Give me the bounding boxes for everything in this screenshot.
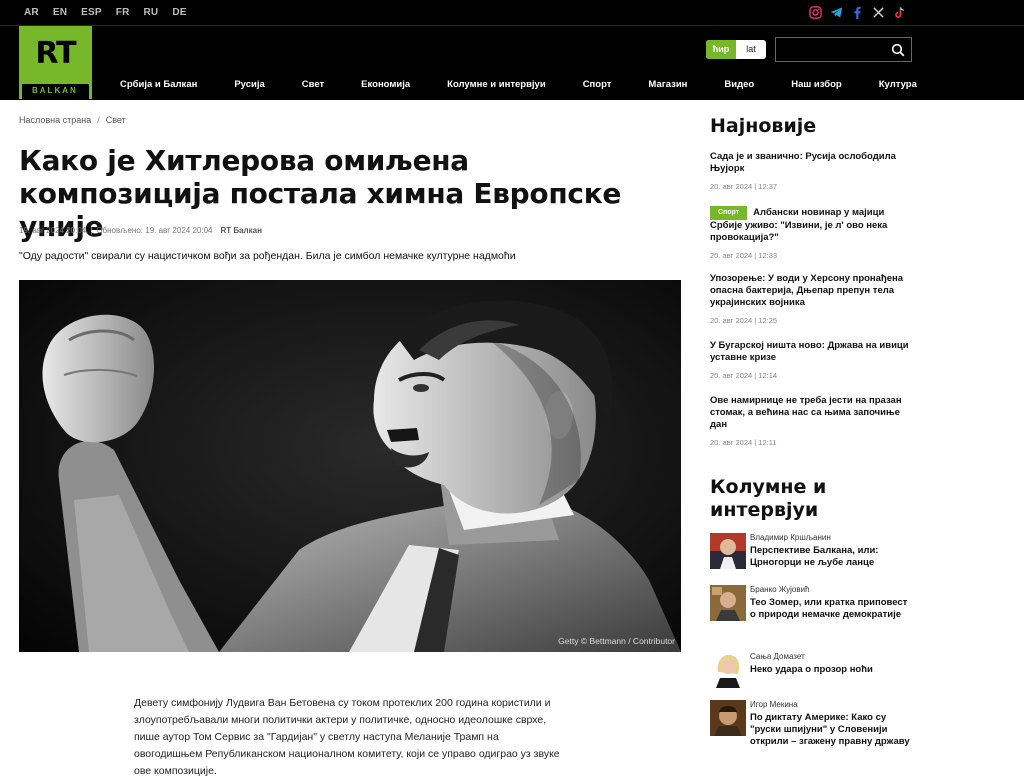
lang-en[interactable]: EN: [53, 7, 67, 18]
column-author[interactable]: Игор Мекина: [750, 700, 798, 709]
latest-item-title[interactable]: Упозорење: У води у Херсону пронађена оп…: [710, 273, 910, 309]
latest-item-date: 20. авг 2024 | 12:11: [710, 438, 777, 447]
nav-item-culture[interactable]: Култура: [879, 79, 917, 90]
logo-strip: BALKAN: [19, 84, 92, 99]
x-icon[interactable]: [872, 6, 885, 19]
nav-item-serbia-balkans[interactable]: Србија и Балкан: [120, 79, 197, 90]
nav-item-our-choice[interactable]: Наш избор: [791, 79, 842, 90]
nav-item-world[interactable]: Свет: [302, 79, 324, 90]
author-avatar[interactable]: [710, 700, 746, 736]
language-bar: AR EN ESP FR RU DE: [0, 0, 1024, 26]
column-author[interactable]: Владимир Кршљанин: [750, 533, 831, 542]
language-list: AR EN ESP FR RU DE: [24, 7, 187, 18]
column-item[interactable]: Владимир Кршљанин Перспективе Балкана, и…: [710, 533, 910, 573]
search-input[interactable]: [775, 37, 912, 62]
nav-item-sport[interactable]: Спорт: [583, 79, 612, 90]
column-item[interactable]: Сања Домазет Неко удара о прозор ноћи: [710, 652, 910, 692]
article-lede: "Оду радости" свирали су нацистичком вођ…: [19, 250, 516, 262]
latest-item[interactable]: Ове намирнице не треба јести на празан с…: [710, 395, 910, 447]
image-caption: Getty © Bettmann / Contributor: [558, 636, 675, 646]
hero-photo: [19, 280, 681, 652]
columns-heading: Колумне и интервјуи: [710, 476, 827, 521]
main-nav: Србија и Балкан Русија Свет Економија Ко…: [120, 79, 917, 90]
column-item[interactable]: Бранко Жујовић Тео Зомер, или кратка при…: [710, 585, 910, 637]
script-cyrillic[interactable]: ћир: [706, 40, 736, 59]
article-source[interactable]: RT Балкан: [220, 226, 261, 235]
rt-logo[interactable]: RT BALKAN: [19, 26, 92, 99]
lang-ru[interactable]: RU: [144, 7, 159, 18]
breadcrumb-separator: /: [97, 115, 100, 125]
latest-item[interactable]: Спорт Албански новинар у мајици Србије уж…: [710, 206, 910, 260]
logo-subtitle: BALKAN: [32, 86, 78, 95]
telegram-icon[interactable]: [830, 6, 843, 19]
nav-item-magazine[interactable]: Магазин: [648, 79, 687, 90]
latest-item-title[interactable]: У Бугарској ништа ново: Држава на ивици …: [710, 340, 910, 364]
latest-item-title[interactable]: Ове намирнице не треба јести на празан с…: [710, 395, 910, 431]
column-author[interactable]: Бранко Жујовић: [750, 585, 810, 594]
article-hero-image[interactable]: Getty © Bettmann / Contributor: [19, 280, 681, 652]
search-icon[interactable]: [891, 43, 905, 57]
latest-item-date: 20. авг 2024 | 12:33: [710, 251, 778, 260]
script-latin[interactable]: lat: [736, 40, 766, 59]
nav-item-economy[interactable]: Економија: [361, 79, 410, 90]
column-item[interactable]: Игор Мекина По диктату Америке: Како су …: [710, 700, 910, 766]
lang-fr[interactable]: FR: [116, 7, 130, 18]
category-badge[interactable]: Спорт: [710, 206, 748, 220]
lang-de[interactable]: DE: [172, 7, 186, 18]
latest-heading: Најновије: [710, 115, 817, 137]
instagram-icon[interactable]: [809, 6, 822, 19]
column-title[interactable]: Перспективе Балкана, или: Црногорци не љ…: [750, 545, 910, 569]
lang-ar[interactable]: AR: [24, 7, 39, 18]
script-toggle[interactable]: ћир lat: [706, 40, 766, 59]
latest-item-title[interactable]: Спорт Албански новинар у мајици Србије уж…: [710, 206, 910, 244]
latest-item[interactable]: Упозорење: У води у Херсону пронађена оп…: [710, 273, 910, 325]
column-title[interactable]: Тео Зомер, или кратка приповест о природ…: [750, 597, 910, 621]
logo-text: RT: [35, 36, 76, 71]
article-body: Девету симфонију Лудвига Ван Бетовена су…: [134, 697, 560, 777]
column-title[interactable]: По диктату Америке: Како су "руски шпију…: [750, 712, 910, 748]
tiktok-icon[interactable]: [893, 6, 906, 19]
author-avatar[interactable]: [710, 585, 746, 621]
published-date: 19. авг 2024 20:04: [19, 226, 87, 235]
nav-item-russia[interactable]: Русија: [234, 79, 264, 90]
breadcrumb-home[interactable]: Насловна страна: [19, 115, 91, 125]
nav-item-columns[interactable]: Колумне и интервјуи: [447, 79, 546, 90]
breadcrumb-section[interactable]: Свет: [106, 115, 126, 125]
article-meta: 19. авг 2024 20:04 | Обновљено: 19. авг 20…: [19, 226, 262, 235]
breadcrumb: Насловна страна / Свет: [19, 115, 126, 125]
nav-item-video[interactable]: Видео: [724, 79, 754, 90]
column-title[interactable]: Неко удара о прозор ноћи: [750, 664, 910, 676]
lang-esp[interactable]: ESP: [81, 7, 102, 18]
social-links: [809, 6, 906, 19]
latest-item-date: 20. авг 2024 | 12:37: [710, 182, 778, 191]
site-header: RT BALKAN ћир lat Србија и Балкан Русија…: [0, 26, 1024, 100]
latest-item[interactable]: Сада је и званично: Русија ослободила Њу…: [710, 151, 910, 191]
author-avatar[interactable]: [710, 652, 746, 688]
meta-separator: |: [90, 226, 93, 235]
latest-item-date: 20. авг 2024 | 12:25: [710, 316, 778, 325]
updated-date: Обновљено: 19. авг 2024 20:04: [96, 226, 213, 235]
latest-item-title[interactable]: Сада је и званично: Русија ослободила Њу…: [710, 151, 910, 175]
latest-item-date: 20. авг 2024 | 12:14: [710, 371, 778, 380]
latest-item[interactable]: У Бугарској ништа ново: Држава на ивици …: [710, 340, 910, 380]
author-avatar[interactable]: [710, 533, 746, 569]
facebook-icon[interactable]: [851, 6, 864, 19]
column-author[interactable]: Сања Домазет: [750, 652, 805, 661]
